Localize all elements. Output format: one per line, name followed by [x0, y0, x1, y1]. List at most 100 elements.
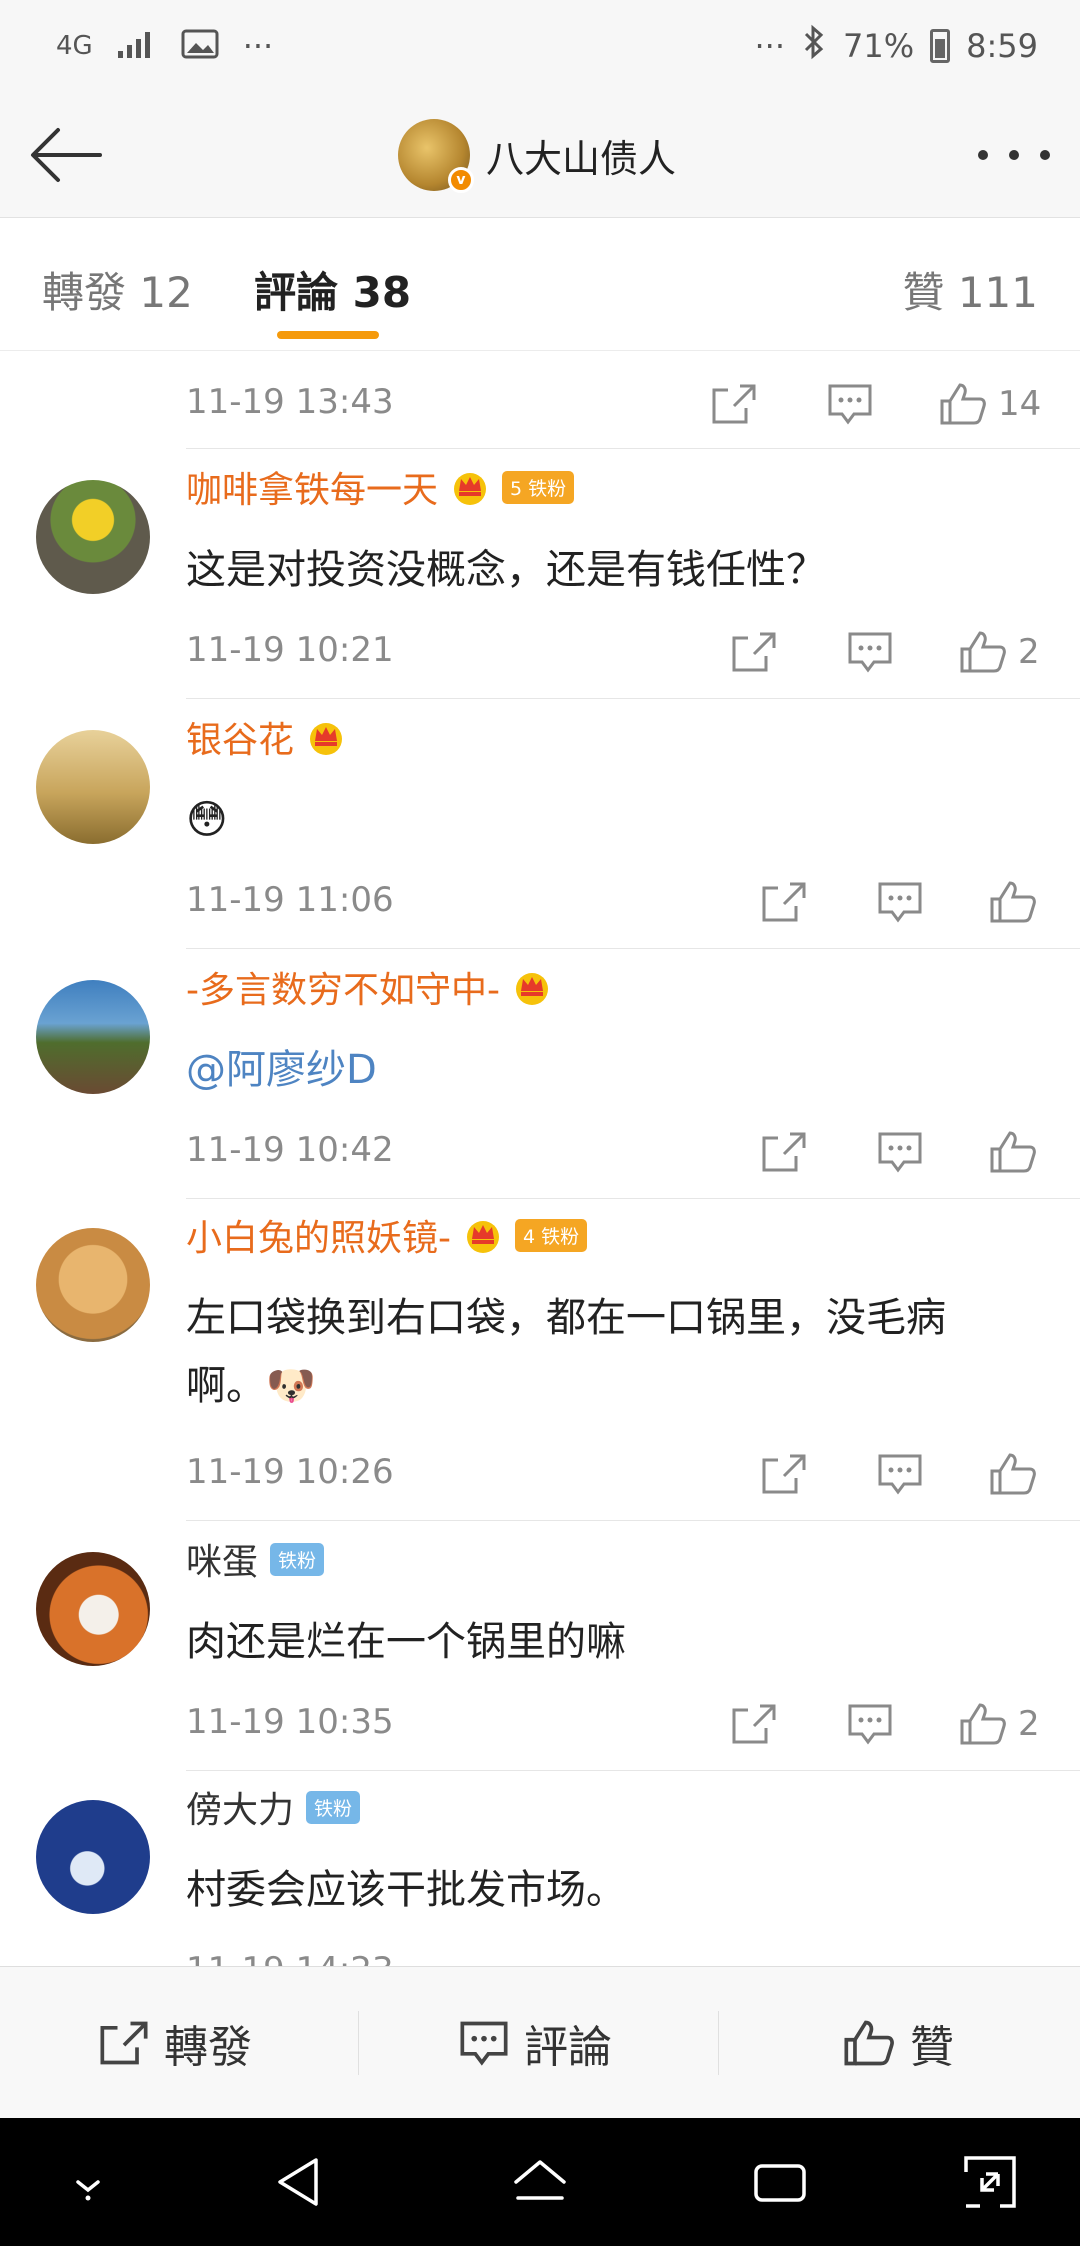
divider [186, 448, 1080, 449]
like-button[interactable]: 贊 [842, 1967, 954, 2119]
tab-indicator [277, 331, 379, 339]
thumbs-up-icon [844, 2020, 894, 2066]
comment-time: 11-19 13:43 [186, 382, 394, 422]
username[interactable]: 傍大力 [186, 1781, 294, 1833]
comment-list[interactable]: 11-19 13:43 14 咖啡拿铁每一天 5 铁粉 这是对投资没概念，还是有… [0, 352, 1080, 1966]
username[interactable]: 咪蛋 [186, 1533, 258, 1585]
back-icon[interactable] [270, 2152, 330, 2212]
network-indicator: 4G [56, 31, 93, 61]
repost-button[interactable]: 轉發 [98, 1967, 252, 2119]
like-button[interactable] [988, 874, 1038, 930]
avatar[interactable] [36, 1800, 150, 1914]
more-options-icon[interactable] [978, 140, 1050, 170]
back-arrow-icon[interactable] [26, 120, 106, 190]
comment-icon[interactable] [826, 376, 874, 432]
crown-icon [306, 716, 346, 758]
comment-meta: 11-19 10:35 2 [186, 1692, 1080, 1756]
battery-percent: 71% [843, 27, 915, 65]
comment-icon[interactable] [846, 624, 894, 680]
level-number: 4 [523, 1225, 536, 1248]
profile-header[interactable]: v 八大山债人 [398, 118, 677, 193]
comment-text: 😳 [186, 797, 228, 843]
comment-meta: 11-19 10:42 [186, 1120, 1080, 1184]
avatar[interactable]: v [398, 119, 474, 193]
mention-link[interactable]: @阿廖纱D [186, 1047, 377, 1093]
comment-icon[interactable] [876, 1446, 924, 1502]
like-button[interactable] [988, 1446, 1038, 1502]
page-title: 八大山债人 [486, 136, 677, 181]
chevron-down-icon[interactable] [58, 2152, 118, 2212]
username[interactable]: 咖啡拿铁每一天 [186, 461, 438, 513]
avatar[interactable] [36, 480, 150, 594]
image-icon [181, 29, 219, 63]
like-count: 2 [1018, 1704, 1040, 1744]
comment-header: 银谷花 [186, 712, 346, 762]
repost-label: 轉發 [164, 2022, 252, 2073]
comment-button[interactable]: 評論 [458, 1967, 612, 2119]
comment-header: -多言数穷不如守中- [186, 962, 552, 1012]
status-bar: 4G ··· ··· 71% 8:59 [0, 0, 1080, 92]
comment-time: 11-19 14:23 [186, 1950, 394, 1966]
comment-line-1: 左口袋换到右口袋，都在一口锅里，没毛病 [186, 1295, 946, 1341]
more-status: ··· [754, 27, 786, 65]
comment-text: @阿廖纱D [186, 1036, 1056, 1104]
username[interactable]: 银谷花 [186, 711, 294, 763]
share-icon[interactable] [760, 1446, 808, 1502]
home-icon[interactable] [510, 2152, 570, 2212]
like-button[interactable]: 14 [938, 376, 1041, 432]
share-icon[interactable] [710, 376, 758, 432]
comment-icon[interactable] [876, 874, 924, 930]
fan-label: 铁粉 [528, 477, 567, 500]
comment-time: 11-19 10:21 [186, 630, 394, 670]
doge-icon: 🐶 [266, 1363, 316, 1409]
comment-meta: 11-19 10:21 2 [186, 620, 1080, 684]
divider [186, 1770, 1080, 1771]
divider [186, 698, 1080, 699]
comment-time: 11-19 11:06 [186, 880, 394, 920]
comment-text: 这是对投资没概念，还是有钱任性？ [186, 547, 826, 593]
comment-meta: 11-19 13:43 14 [186, 372, 1080, 436]
crown-icon [512, 966, 552, 1008]
like-count: 14 [998, 384, 1042, 424]
divider [186, 1520, 1080, 1521]
battery-icon [930, 29, 951, 63]
recent-apps-icon[interactable] [750, 2152, 810, 2212]
username[interactable]: -多言数穷不如守中- [186, 961, 500, 1013]
tab-comments[interactable]: 評論 38 [254, 259, 411, 320]
comment-icon [460, 2021, 508, 2066]
comment-meta: 11-19 14:23 [186, 1940, 1080, 1966]
like-label: 贊 [910, 2022, 954, 2073]
share-icon[interactable] [730, 624, 778, 680]
avatar[interactable] [36, 1552, 150, 1666]
divider [358, 2011, 359, 2075]
comment-label: 評論 [524, 2022, 612, 2073]
divider [718, 2011, 719, 2075]
tab-likes[interactable]: 贊 111 [902, 259, 1038, 320]
header: v 八大山债人 [0, 92, 1080, 218]
comment-meta: 11-19 11:06 [186, 870, 1080, 934]
level-number: 5 [510, 477, 523, 500]
comment-text: 村委会应该干批发市场。 [186, 1867, 626, 1913]
comment-icon[interactable] [876, 1124, 924, 1180]
username[interactable]: 小白兔的照妖镜- [186, 1209, 451, 1261]
comment-meta: 11-19 10:26 [186, 1442, 1080, 1506]
like-button[interactable]: 2 [958, 624, 1040, 680]
avatar[interactable] [36, 1228, 150, 1342]
tab-repost[interactable]: 轉發 12 [42, 259, 193, 320]
like-button[interactable]: 2 [958, 1696, 1040, 1752]
avatar[interactable] [36, 730, 150, 844]
comment-time: 11-19 10:42 [186, 1130, 394, 1170]
avatar[interactable] [36, 980, 150, 1094]
share-icon[interactable] [760, 874, 808, 930]
share-icon[interactable] [760, 1124, 808, 1180]
like-button[interactable] [988, 1124, 1038, 1180]
share-icon[interactable] [730, 1696, 778, 1752]
comment-header: 咪蛋 铁粉 [186, 1533, 325, 1585]
verified-badge: v [448, 167, 474, 193]
comment-icon[interactable] [846, 1696, 894, 1752]
action-bar: 轉發 評論 贊 [0, 1966, 1080, 2118]
expand-icon[interactable] [960, 2152, 1020, 2212]
fan-badge: 5 铁粉 [502, 470, 575, 504]
fan-badge: 铁粉 [270, 1542, 325, 1576]
comment-text: 左口袋换到右口袋，都在一口锅里，没毛病 啊。🐶 [186, 1284, 1056, 1420]
